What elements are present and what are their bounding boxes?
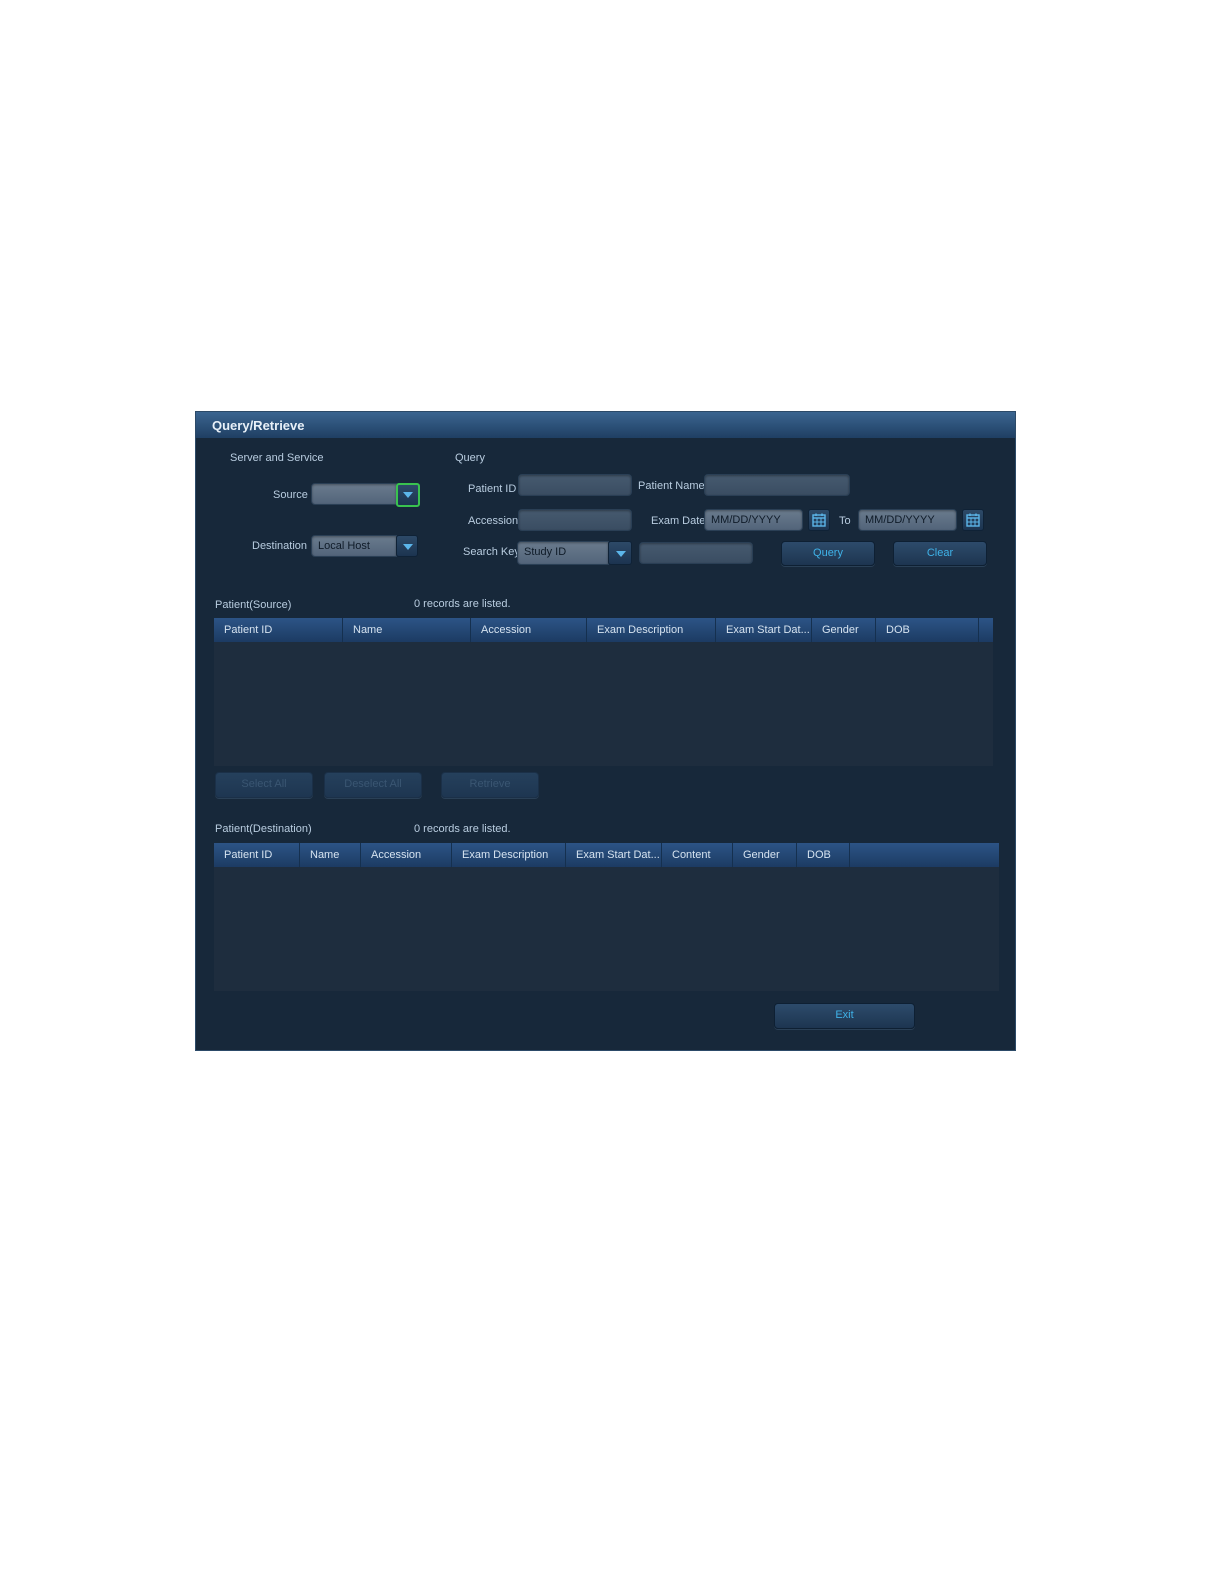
calendar-icon: [966, 513, 980, 527]
patient-id-label: Patient ID: [468, 483, 517, 495]
search-key-dropdown-button[interactable]: [608, 541, 632, 565]
calendar-icon: [812, 513, 826, 527]
chevron-down-icon: [403, 492, 413, 498]
destination-select[interactable]: Local Host: [311, 535, 397, 557]
destination-records-count: 0 records are listed.: [414, 823, 511, 835]
destination-label: Destination: [252, 540, 308, 552]
deselect-all-button[interactable]: Deselect All: [324, 772, 422, 798]
column-header[interactable]: Exam Description: [587, 618, 716, 642]
exit-button[interactable]: Exit: [774, 1003, 915, 1029]
title-bar[interactable]: Query/Retrieve: [196, 412, 1015, 438]
exam-date-to-calendar-button[interactable]: [962, 509, 984, 531]
column-header[interactable]: Accession: [361, 843, 452, 867]
source-select[interactable]: [311, 483, 397, 505]
search-key-select[interactable]: Study ID: [517, 541, 609, 565]
destination-table-title: Patient(Destination): [215, 823, 312, 835]
column-header[interactable]: Gender: [812, 618, 876, 642]
patient-name-input[interactable]: [704, 474, 850, 496]
column-header[interactable]: DOB: [797, 843, 850, 867]
to-label: To: [839, 515, 851, 527]
patient-id-input[interactable]: [518, 474, 632, 496]
query-button[interactable]: Query: [781, 541, 875, 566]
exam-date-from-input[interactable]: MM/DD/YYYY: [704, 509, 803, 531]
source-label: Source: [273, 489, 308, 501]
destination-table-body[interactable]: [214, 867, 999, 991]
patient-name-label: Patient Name: [638, 480, 705, 492]
clear-button[interactable]: Clear: [893, 541, 987, 566]
destination-dropdown-button[interactable]: [396, 535, 418, 557]
column-header[interactable]: DOB: [876, 618, 979, 642]
query-section-label: Query: [455, 452, 485, 464]
retrieve-button[interactable]: Retrieve: [441, 772, 539, 798]
chevron-down-icon: [616, 551, 626, 557]
exam-date-from-calendar-button[interactable]: [808, 509, 830, 531]
chevron-down-icon: [403, 544, 413, 550]
search-key-label: Search Key: [463, 546, 520, 558]
destination-table[interactable]: Patient ID Name Accession Exam Descripti…: [214, 843, 999, 991]
destination-table-header: Patient ID Name Accession Exam Descripti…: [214, 843, 999, 867]
source-records-count: 0 records are listed.: [414, 598, 511, 610]
source-table-title: Patient(Source): [215, 599, 292, 611]
column-header[interactable]: Name: [300, 843, 361, 867]
column-header[interactable]: Patient ID: [214, 618, 343, 642]
server-section-label: Server and Service: [230, 452, 324, 464]
query-retrieve-dialog: Query/Retrieve Server and Service Source…: [195, 411, 1016, 1051]
column-header[interactable]: Exam Description: [452, 843, 566, 867]
source-dropdown-button[interactable]: [396, 483, 420, 507]
column-header[interactable]: Exam Start Dat...: [716, 618, 812, 642]
column-header[interactable]: Name: [343, 618, 471, 642]
source-table-header: Patient ID Name Accession Exam Descripti…: [214, 618, 993, 642]
column-header[interactable]: Content: [662, 843, 733, 867]
source-table[interactable]: Patient ID Name Accession Exam Descripti…: [214, 618, 993, 766]
column-header[interactable]: Gender: [733, 843, 797, 867]
accession-input[interactable]: [518, 509, 632, 531]
source-table-body[interactable]: [214, 642, 993, 766]
column-header[interactable]: Patient ID: [214, 843, 300, 867]
column-header[interactable]: Accession: [471, 618, 587, 642]
column-header[interactable]: Exam Start Dat...: [566, 843, 662, 867]
select-all-button[interactable]: Select All: [215, 772, 313, 798]
exam-date-to-input[interactable]: MM/DD/YYYY: [858, 509, 957, 531]
search-key-input[interactable]: [639, 542, 753, 564]
window-title: Query/Retrieve: [212, 418, 305, 433]
exam-date-label: Exam Date: [651, 515, 706, 527]
accession-label: Accession: [468, 515, 519, 527]
